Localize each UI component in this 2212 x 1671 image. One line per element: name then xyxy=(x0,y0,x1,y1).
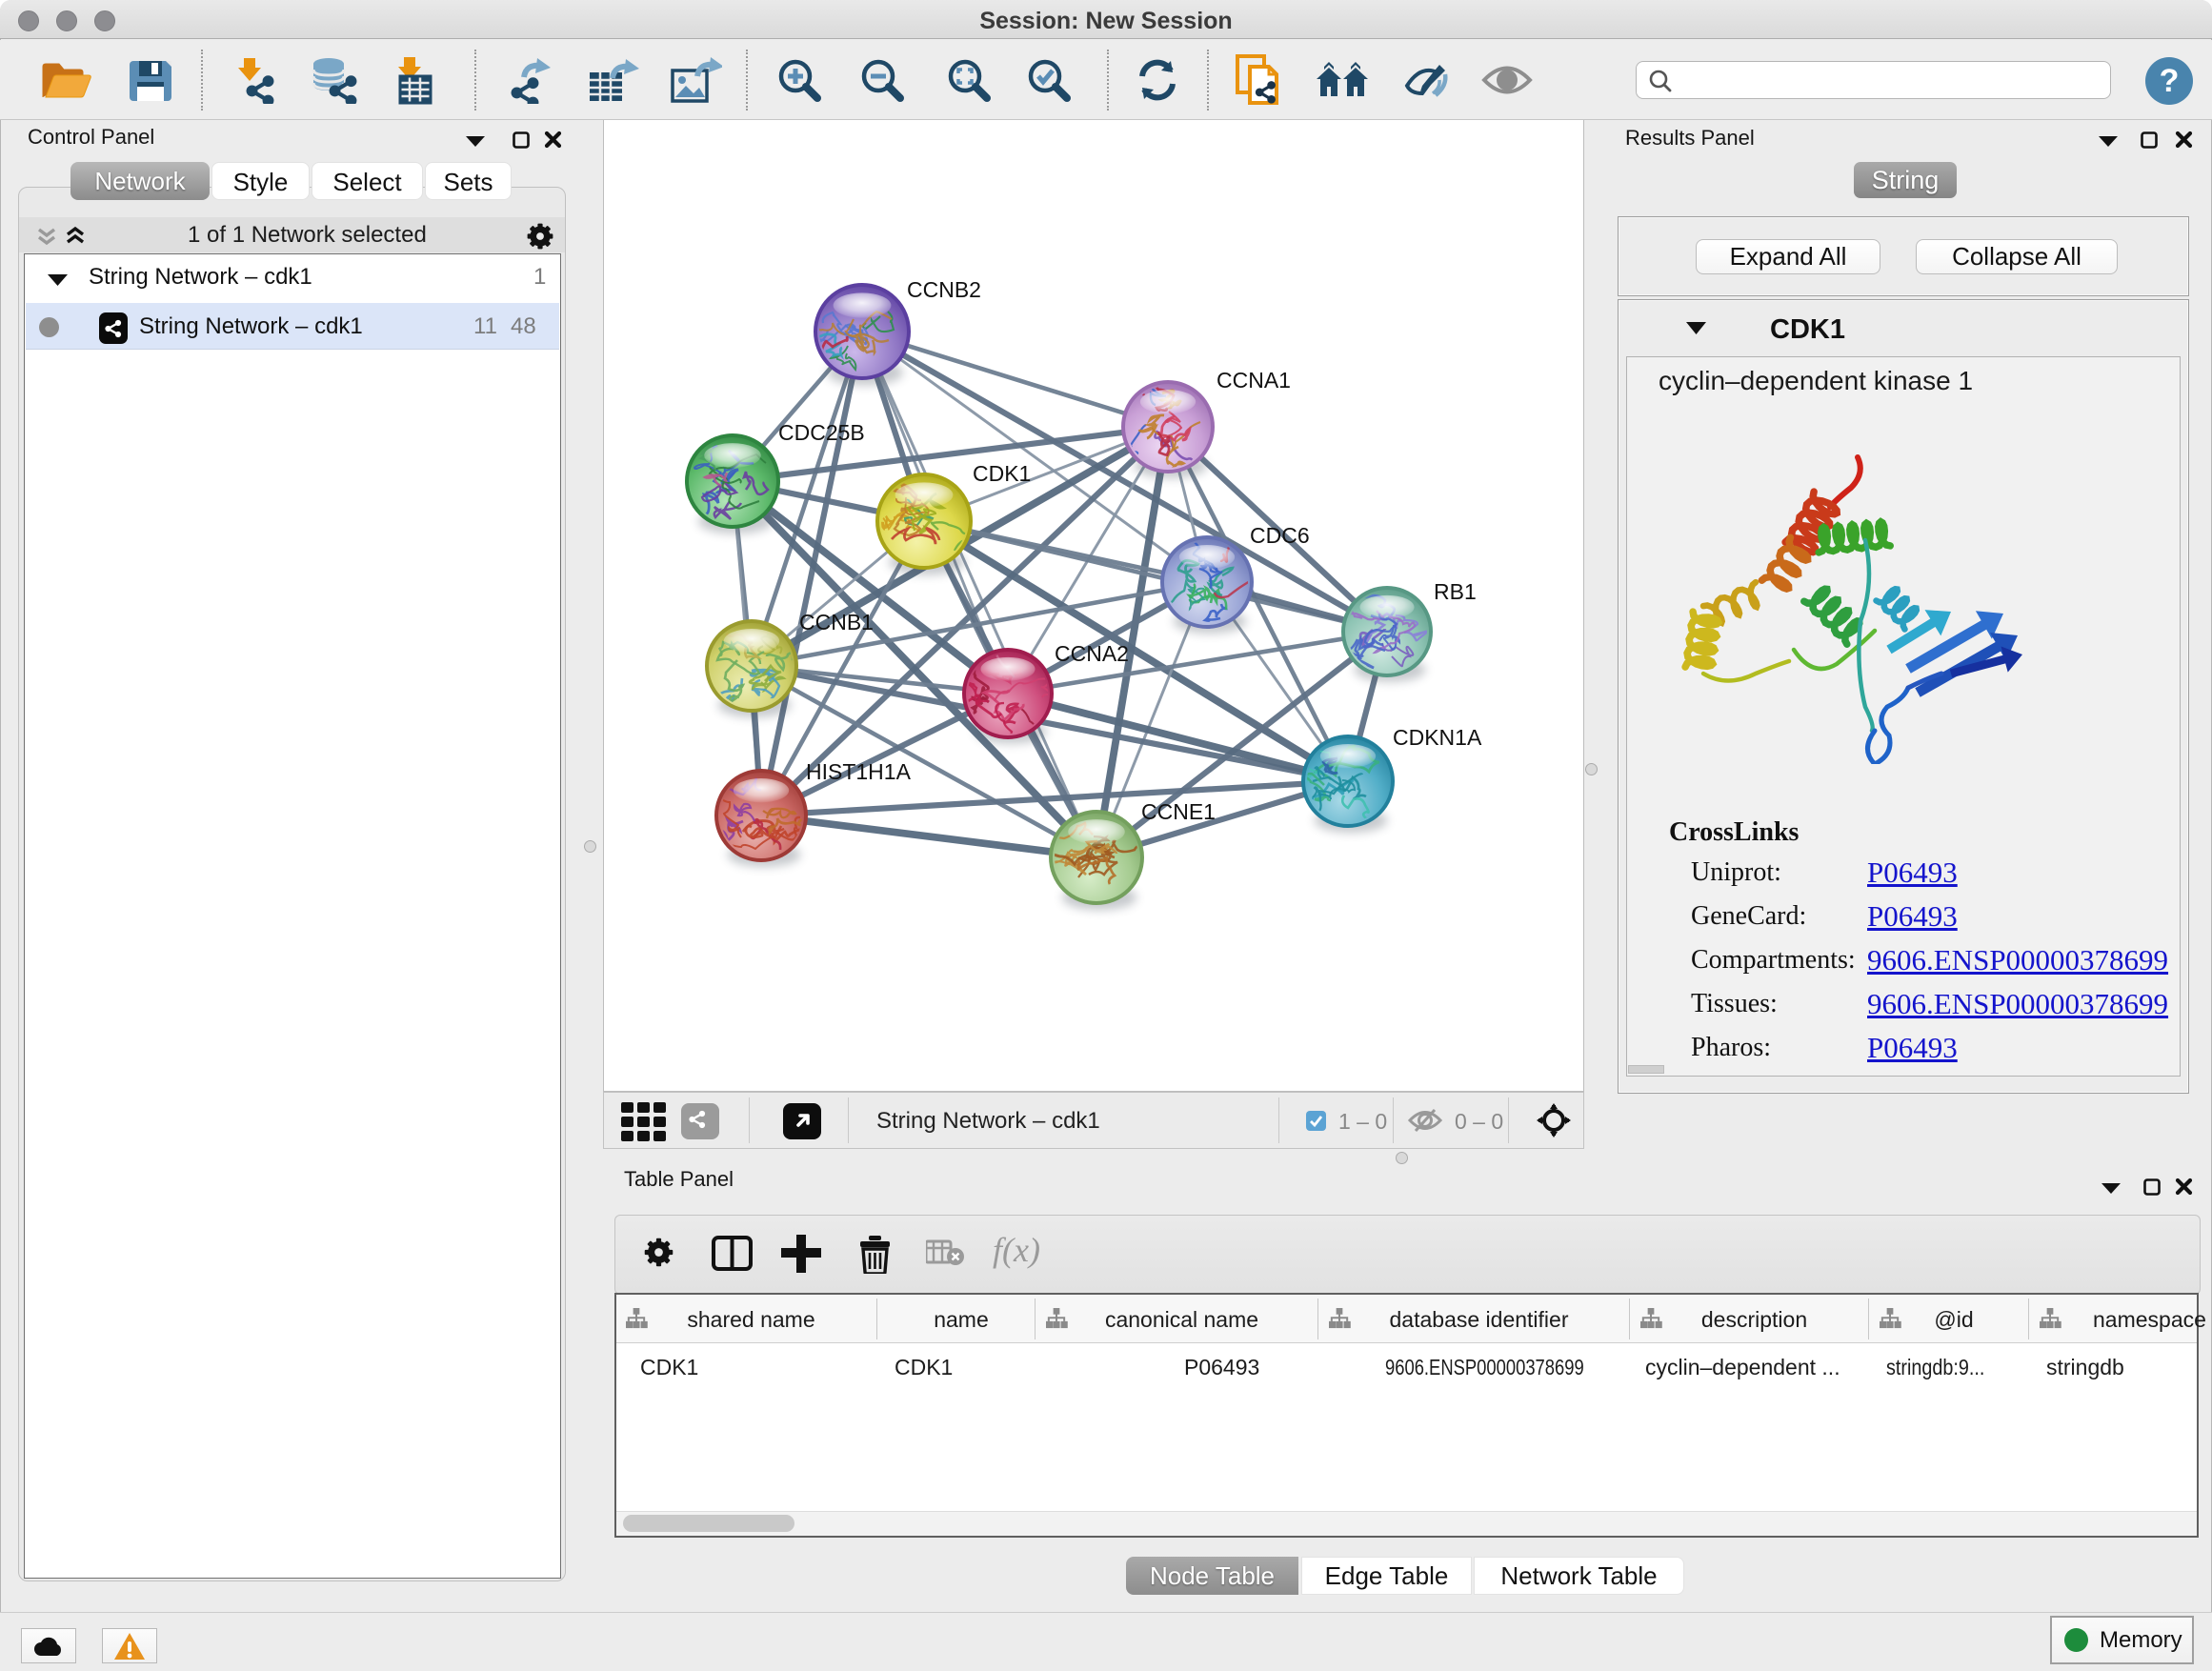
svg-text:CDC6: CDC6 xyxy=(1250,523,1310,548)
svg-text:?: ? xyxy=(2160,63,2180,99)
svg-text:CCNA2: CCNA2 xyxy=(1055,641,1129,666)
svg-text:CDC25B: CDC25B xyxy=(778,420,865,445)
svg-text:CCNB2: CCNB2 xyxy=(907,277,981,302)
svg-text:CCNB1: CCNB1 xyxy=(799,610,874,634)
svg-text:HIST1H1A: HIST1H1A xyxy=(806,759,912,784)
svg-text:CCNA1: CCNA1 xyxy=(1217,368,1291,393)
svg-text:CDK1: CDK1 xyxy=(973,461,1031,486)
svg-text:CCNE1: CCNE1 xyxy=(1141,799,1216,824)
svg-text:RB1: RB1 xyxy=(1434,579,1477,604)
svg-text:CDKN1A: CDKN1A xyxy=(1393,725,1482,750)
